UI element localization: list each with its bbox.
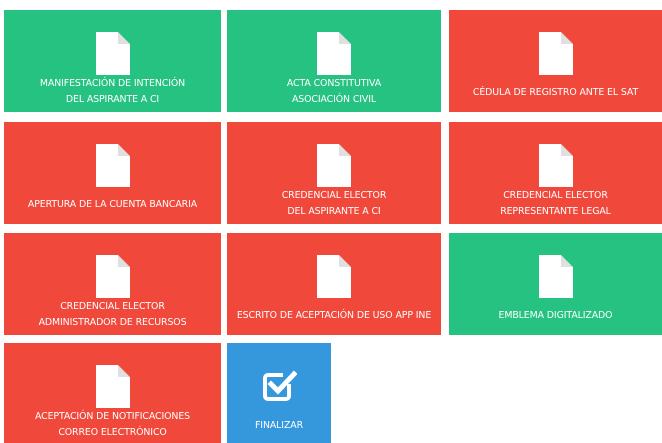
tile-label: ESCRITO DE ACEPTACIÓN DE USO APP INE [236,310,432,321]
document-tiles-grid: MANIFESTACIÓN DE INTENCIÓN DEL ASPIRANTE … [0,0,662,443]
document-icon [317,144,351,187]
document-icon [538,144,573,187]
tile-credencial-representante[interactable]: CREDENCIAL ELECTOR REPRESENTANTE LEGAL [449,122,662,224]
tile-aceptacion-notificaciones[interactable]: ACEPTACIÓN DE NOTIFICACIONES CORREO ELECT… [4,343,221,443]
tile-escrito-app-ine[interactable]: ESCRITO DE ACEPTACIÓN DE USO APP INE [227,233,441,335]
finish-button[interactable]: FINALIZAR [227,343,331,443]
tile-emblema-digitalizado[interactable]: EMBLEMA DIGITALIZADO [449,233,662,335]
tile-label: APERTURA DE LA CUENTA BANCARIA [27,199,198,210]
tile-label: ACEPTACIÓN DE NOTIFICACIONES CORREO ELECT… [34,411,191,438]
tile-label: MANIFESTACIÓN DE INTENCIÓN DEL ASPIRANTE … [39,78,186,105]
tile-label: CREDENCIAL ELECTOR REPRESENTANTE LEGAL [500,190,611,217]
tile-label: CREDENCIAL ELECTOR ADMINISTRADOR DE RECUR… [38,301,187,328]
document-icon [317,255,351,298]
tile-acta-constitutiva[interactable]: ACTA CONSTITUTIVA ASOCIACIÓN CIVIL [227,10,441,112]
document-icon [95,32,130,75]
document-icon [95,144,130,187]
tile-cedula-sat[interactable]: CÉDULA DE REGISTRO ANTE EL SAT [449,10,662,112]
tile-credencial-aspirante[interactable]: CREDENCIAL ELECTOR DEL ASPIRANTE A CI [227,122,441,224]
document-icon [95,255,130,298]
tile-manifestacion-intencion[interactable]: MANIFESTACIÓN DE INTENCIÓN DEL ASPIRANTE … [4,10,221,112]
tile-label: CREDENCIAL ELECTOR DEL ASPIRANTE A CI [281,190,387,217]
checkbox-check-icon [263,370,297,401]
tile-label: CÉDULA DE REGISTRO ANTE EL SAT [472,87,639,98]
tile-credencial-administrador[interactable]: CREDENCIAL ELECTOR ADMINISTRADOR DE RECUR… [4,233,221,335]
tile-apertura-cuenta[interactable]: APERTURA DE LA CUENTA BANCARIA [4,122,221,224]
tile-label: ACTA CONSTITUTIVA ASOCIACIÓN CIVIL [286,78,382,105]
tile-label: EMBLEMA DIGITALIZADO [498,310,613,321]
document-icon [317,32,351,75]
document-icon [95,365,130,408]
document-icon [538,32,573,75]
finish-label: FINALIZAR [254,420,304,431]
document-icon [538,255,573,298]
